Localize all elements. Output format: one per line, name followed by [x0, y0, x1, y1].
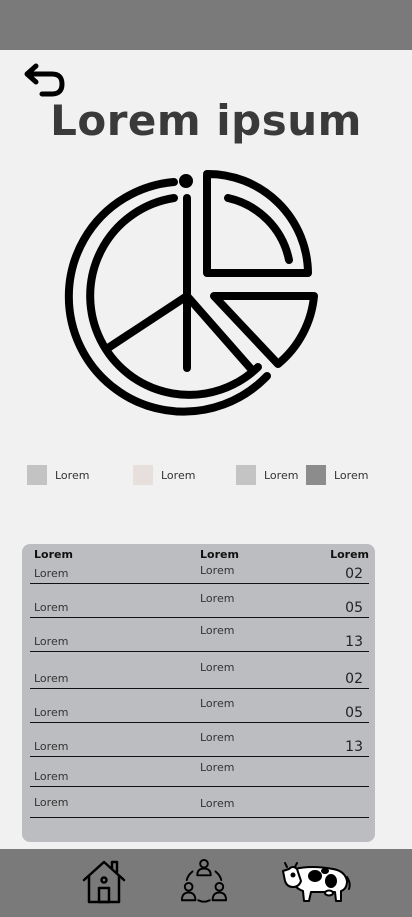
table-cell: Lorem — [200, 697, 235, 710]
table-cell: Lorem — [200, 564, 235, 577]
table-cell: Lorem — [200, 797, 235, 810]
legend-label: Lorem — [55, 468, 90, 482]
table-cell: Lorem — [200, 624, 235, 637]
chart-legend: Lorem Lorem Lorem Lorem — [0, 464, 412, 486]
nav-home-button[interactable] — [78, 857, 130, 907]
legend-swatch — [306, 465, 326, 485]
legend-swatch — [236, 465, 256, 485]
table-cell: Lorem — [34, 706, 69, 719]
data-table: Lorem Lorem Lorem Lorem Lorem 02 Lorem L… — [22, 544, 375, 842]
table-row[interactable]: Lorem Lorem 05 — [30, 689, 369, 723]
table-cell: Lorem — [34, 770, 69, 783]
table-cell: 13 — [345, 634, 363, 650]
table-cell: Lorem — [34, 601, 69, 614]
table-cell: 05 — [345, 600, 363, 616]
table-row[interactable]: Lorem Lorem 13 — [30, 723, 369, 757]
table-cell: 05 — [345, 705, 363, 721]
page-title: Lorem ipsum — [50, 96, 362, 145]
table-row[interactable]: Lorem Lorem 02 — [30, 550, 369, 584]
table-cell: Lorem — [34, 635, 69, 648]
legend-swatch — [27, 465, 47, 485]
legend-label: Lorem — [334, 468, 369, 482]
legend-item: Lorem — [236, 464, 298, 486]
undo-arrow-icon — [24, 63, 65, 97]
table-row[interactable]: Lorem Lorem 02 — [30, 652, 369, 689]
table-row[interactable]: Lorem Lorem 13 — [30, 618, 369, 652]
table-cell: 13 — [345, 739, 363, 755]
top-app-bar — [0, 0, 412, 50]
table-cell: Lorem — [200, 661, 235, 674]
table-cell: Lorem — [200, 731, 235, 744]
people-cycle-icon — [180, 858, 228, 903]
nav-community-button[interactable] — [178, 857, 230, 907]
bottom-navigation-bar — [0, 849, 412, 917]
legend-label: Lorem — [264, 468, 299, 482]
house-icon — [82, 860, 126, 904]
legend-swatch — [133, 465, 153, 485]
table-cell: Lorem — [200, 592, 235, 605]
legend-item: Lorem — [133, 464, 195, 486]
table-cell: Lorem — [34, 672, 69, 685]
table-row[interactable]: Lorem Lorem — [30, 757, 369, 787]
table-cell: Lorem — [200, 761, 235, 774]
table-cell: Lorem — [34, 796, 69, 809]
nav-cow-button[interactable] — [280, 857, 352, 907]
legend-label: Lorem — [161, 468, 196, 482]
table-cell: 02 — [345, 566, 363, 582]
table-cell: 02 — [345, 671, 363, 687]
table-cell: Lorem — [34, 567, 69, 580]
table-cell: Lorem — [34, 740, 69, 753]
cow-icon — [282, 862, 351, 902]
table-row[interactable]: Lorem Lorem 05 — [30, 584, 369, 618]
table-row[interactable]: Lorem Lorem — [30, 787, 369, 818]
legend-item: Lorem — [306, 464, 368, 486]
legend-item: Lorem — [27, 464, 89, 486]
pie-chart-icon — [62, 168, 320, 426]
back-button[interactable] — [22, 62, 68, 100]
